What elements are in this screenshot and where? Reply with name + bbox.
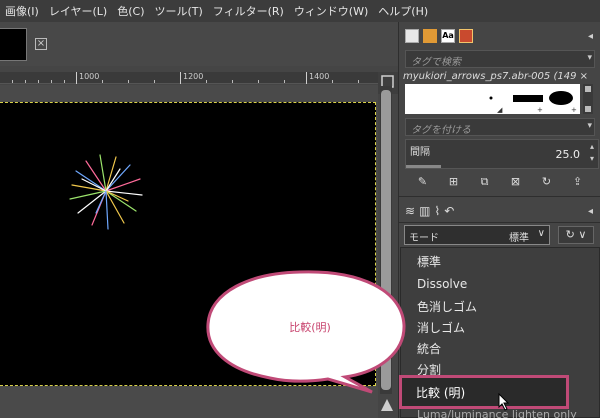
brushes-tab-icon[interactable]	[405, 29, 419, 43]
image-canvas[interactable]	[0, 102, 376, 386]
mode-option[interactable]: 消しゴム	[417, 319, 465, 336]
undo-history-tab-icon[interactable]: ↶	[444, 204, 454, 218]
mode-reset-button[interactable]: ↻ ∨	[558, 226, 594, 244]
brush-name: myukiori_arrows_ps7.abr-005 (149 ×	[403, 71, 588, 82]
spin-down-icon[interactable]: ▾	[590, 154, 594, 163]
mode-label: モード	[409, 233, 439, 244]
image-tab-thumbnail[interactable]	[0, 28, 27, 61]
menu-layer[interactable]: レイヤー(L)	[44, 3, 112, 19]
selected-mode-option-highlight[interactable]: 比較 (明)	[399, 375, 569, 409]
delete-brush-icon[interactable]: ⊠	[510, 176, 522, 188]
brush-list-scrollbar[interactable]	[583, 84, 593, 114]
horizontal-ruler: 1000 1200 1400	[0, 72, 378, 84]
fonts-tab-icon[interactable]: Aa	[441, 29, 455, 43]
menu-color[interactable]: 色(C)	[112, 3, 149, 19]
close-tab-icon[interactable]: ×	[35, 38, 47, 50]
mode-option[interactable]: Luma/luminance lighten only	[417, 408, 577, 418]
mode-option[interactable]: Dissolve	[417, 277, 467, 291]
duplicate-brush-icon[interactable]: ⧉	[479, 176, 491, 188]
spin-up-icon[interactable]: ▴	[590, 142, 594, 151]
layers-tab-icon[interactable]: ≋	[405, 204, 415, 218]
chevron-down-icon: ∨	[537, 228, 545, 239]
mode-option[interactable]: 標準	[417, 253, 441, 270]
brush-actions: ✎ ⊞ ⧉ ⊠ ↻ ⇪	[399, 172, 600, 192]
edit-brush-icon[interactable]: ✎	[417, 176, 429, 188]
firework-image	[69, 154, 143, 230]
mode-option[interactable]: 統合	[417, 340, 441, 357]
navigate-icon[interactable]	[381, 399, 393, 411]
menu-windows[interactable]: ウィンドウ(W)	[289, 3, 373, 19]
vertical-scrollbar[interactable]	[380, 86, 392, 394]
menu-image[interactable]: 画像(I)	[0, 3, 44, 19]
panel-menu-icon[interactable]: ◂	[588, 31, 593, 42]
refresh-brushes-icon[interactable]: ↻	[541, 176, 553, 188]
chevron-down-icon[interactable]: ▾	[587, 53, 592, 63]
tag-search-field[interactable]: タグで検索	[405, 50, 595, 68]
gimp-window: 画像(I) レイヤー(L) 色(C) ツール(T) フィルター(R) ウィンドウ…	[0, 0, 600, 418]
menu-help[interactable]: ヘルプ(H)	[373, 3, 433, 19]
document-history-tab-icon[interactable]	[459, 29, 473, 43]
brushes-tab-row: Aa ◂	[399, 25, 600, 47]
callout-text: 比較(明)	[289, 321, 331, 334]
paths-tab-icon[interactable]: ⌇	[434, 204, 440, 218]
channels-tab-icon[interactable]: ▥	[419, 204, 430, 218]
menubar: 画像(I) レイヤー(L) 色(C) ツール(T) フィルター(R) ウィンドウ…	[0, 0, 600, 22]
spacing-slider[interactable]: 間隔 25.0 ▴ ▾	[405, 139, 599, 169]
svg-text:+: +	[537, 106, 543, 114]
layers-tab-row: ≋ ▥ ⌇ ↶ ◂	[399, 200, 600, 222]
svg-text:+: +	[571, 106, 577, 114]
mouse-cursor-icon	[498, 393, 510, 411]
spacing-label: 間隔	[410, 147, 430, 158]
mode-select[interactable]: モード 標準 ∨	[404, 225, 550, 245]
menu-filters[interactable]: フィルター(R)	[208, 3, 289, 19]
new-brush-icon[interactable]: ⊞	[448, 176, 460, 188]
open-as-image-icon[interactable]: ⇪	[572, 176, 584, 188]
selected-mode-label: 比較 (明)	[416, 386, 466, 400]
image-tab-strip	[0, 22, 398, 66]
mode-option[interactable]: 色消しゴム	[417, 298, 477, 315]
brush-preview-list[interactable]: ◢ + +	[405, 84, 580, 114]
panel-menu-icon[interactable]: ◂	[588, 206, 593, 217]
ruler-label: 1000	[76, 72, 99, 84]
ruler-label: 1200	[180, 72, 203, 84]
svg-text:◢: ◢	[497, 106, 503, 114]
spacing-value: 25.0	[555, 148, 581, 161]
mode-value: 標準	[509, 233, 529, 244]
tag-assign-field[interactable]: タグを付ける	[405, 118, 595, 136]
ruler-label: 1400	[306, 72, 329, 84]
menu-tools[interactable]: ツール(T)	[149, 3, 207, 19]
chevron-down-icon[interactable]: ▾	[587, 121, 592, 131]
patterns-tab-icon[interactable]	[423, 29, 437, 43]
